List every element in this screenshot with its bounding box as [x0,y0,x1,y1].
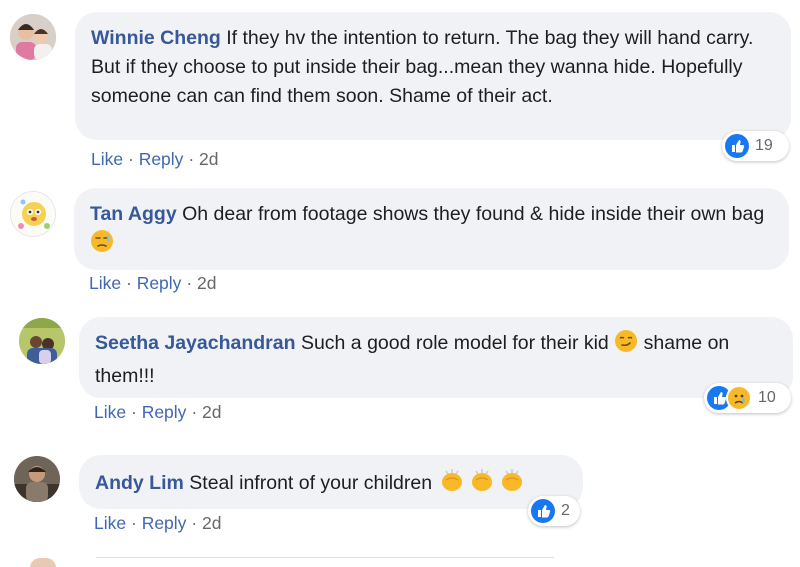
comment-author[interactable]: Tan Aggy [90,203,177,225]
reply-link[interactable]: Reply [139,149,184,169]
reply-link[interactable]: Reply [142,402,187,422]
reaction-count: 10 [758,389,776,406]
reaction-summary[interactable]: 19 [722,131,789,161]
separator: · [125,273,132,293]
comment-actions: Like · Reply · 2d [91,149,218,170]
separator: · [191,513,198,533]
comment-text: Oh dear from footage shows they found & … [182,203,765,225]
reaction-summary[interactable]: 10 [704,383,791,413]
smirking-face-emoji [614,329,638,362]
avatar[interactable] [19,318,65,364]
comment-bubble: Andy Lim Steal infront of your children [79,455,583,509]
reaction-count: 19 [755,137,773,154]
like-link[interactable]: Like [91,149,123,169]
separator: · [130,402,137,422]
comment-author[interactable]: Andy Lim [95,472,184,494]
like-link[interactable]: Like [94,402,126,422]
next-comment-edge [96,557,554,558]
separator: · [186,273,193,293]
timestamp[interactable]: 2d [199,149,218,169]
comment-bubble: Tan Aggy Oh dear from footage shows they… [74,188,789,270]
avatar[interactable] [10,191,56,237]
timestamp[interactable]: 2d [202,513,221,533]
reply-link[interactable]: Reply [137,273,182,293]
timestamp[interactable]: 2d [197,273,216,293]
comment-author[interactable]: Seetha Jayachandran [95,332,296,354]
separator: · [127,149,134,169]
comment-text: Such a good role model for their kid [300,332,609,354]
sad-reaction-icon [726,385,752,411]
comment-bubble: Seetha Jayachandran Such a good role mod… [79,317,793,398]
separator: · [130,513,137,533]
avatar[interactable] [10,14,56,60]
separator: · [188,149,195,169]
reaction-summary[interactable]: 2 [528,496,580,526]
like-reaction-icon [725,134,749,158]
comment-actions: Like · Reply · 2d [94,402,221,423]
like-reaction-icon [531,499,555,523]
clapping-hands-emoji [438,467,528,502]
separator: · [191,402,198,422]
reaction-count: 2 [561,502,570,519]
avatar[interactable] [14,456,60,502]
comment-author[interactable]: Winnie Cheng [91,27,221,49]
comment-text: Steal infront of your children [189,472,433,494]
timestamp[interactable]: 2d [202,402,221,422]
reply-link[interactable]: Reply [142,513,187,533]
like-link[interactable]: Like [89,273,121,293]
comment-actions: Like · Reply · 2d [94,513,221,534]
comment-actions: Like · Reply · 2d [89,273,216,294]
comment-bubble: Winnie Cheng If they hv the intention to… [75,12,791,140]
unamused-face-emoji [90,229,114,262]
like-link[interactable]: Like [94,513,126,533]
avatar[interactable] [30,558,56,567]
